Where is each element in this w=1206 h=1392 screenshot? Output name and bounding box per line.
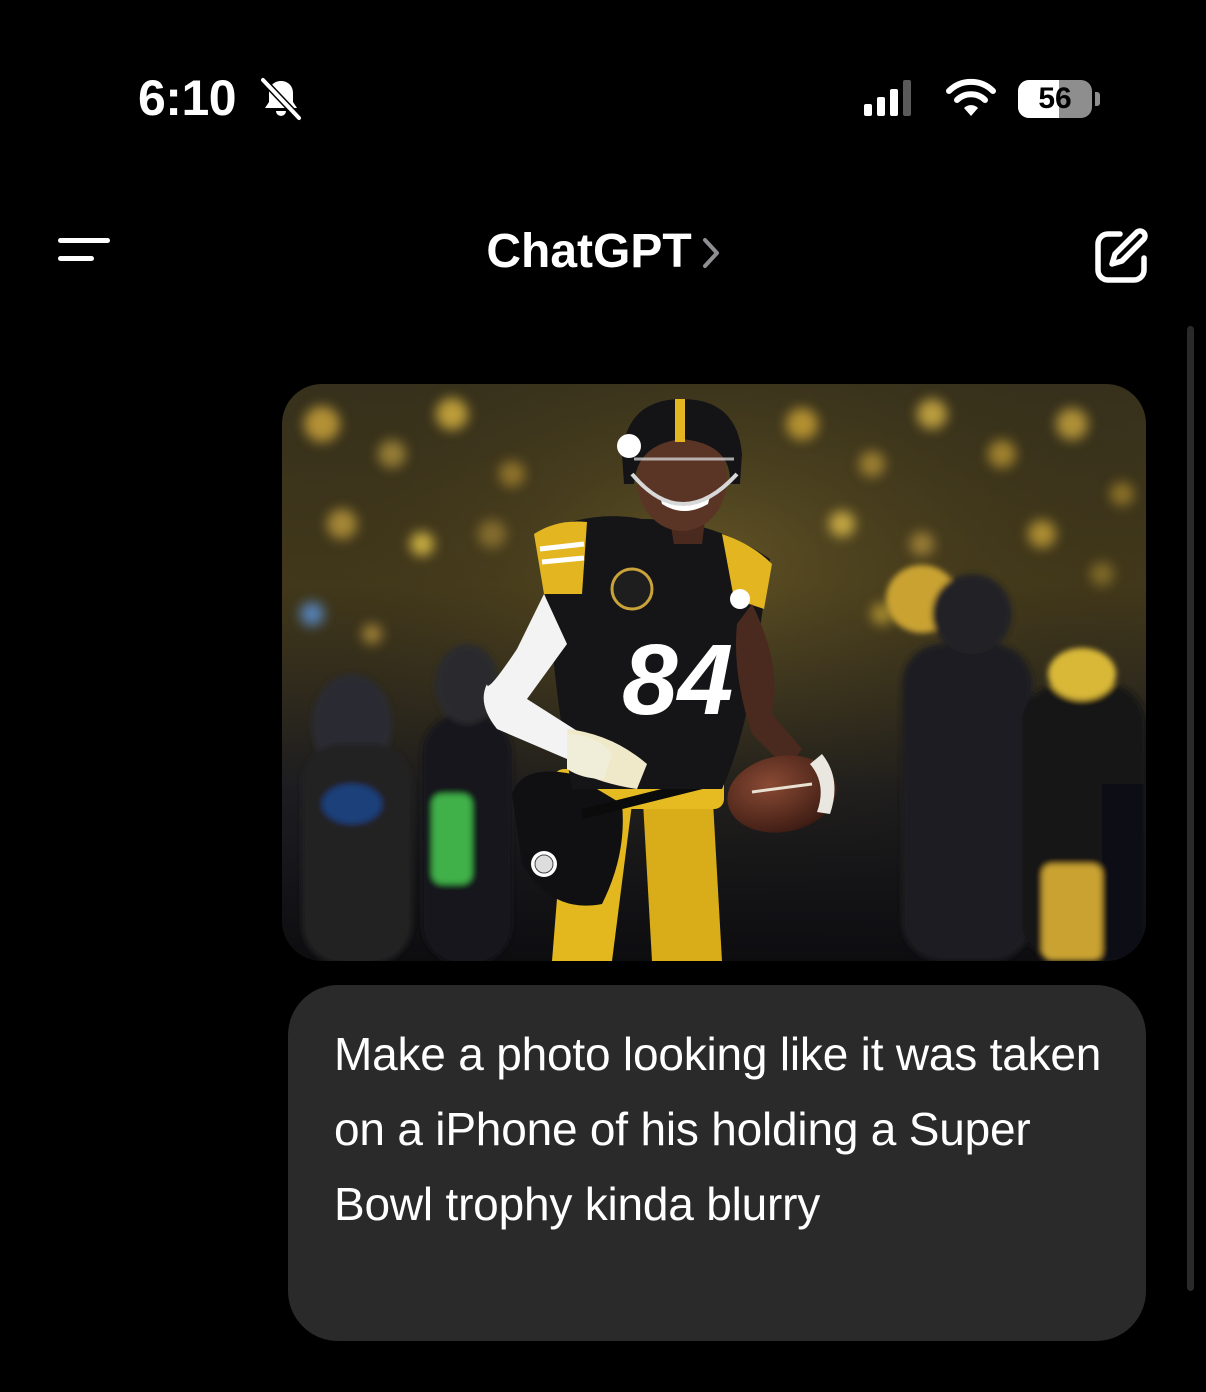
- wifi-icon: [946, 78, 996, 116]
- nav-title-area: ChatGPT: [0, 222, 1206, 282]
- new-chat-button[interactable]: [1092, 226, 1152, 284]
- chat-screen: 6:10 56 ChatGPT 84 Make a photo looking …: [0, 0, 1206, 1392]
- status-time: 6:10: [138, 70, 237, 126]
- bell-slash-icon: [260, 77, 302, 121]
- battery-icon: 56: [1018, 80, 1100, 118]
- chevron-right-icon: [702, 238, 719, 268]
- battery-level: 56: [1038, 82, 1072, 115]
- attached-photo[interactable]: 84: [282, 384, 1146, 961]
- user-message-bubble[interactable]: Make a photo looking like it was taken o…: [288, 985, 1146, 1341]
- status-bar: 6:10 56: [0, 0, 1206, 200]
- new-chat-icon: [1095, 228, 1148, 283]
- page-title: ChatGPT: [486, 225, 692, 278]
- model-selector-button[interactable]: ChatGPT: [486, 222, 719, 282]
- football-player-photo: 84: [282, 384, 1146, 961]
- cellular-signal-icon: [864, 80, 911, 116]
- nav-bar: ChatGPT: [0, 200, 1206, 310]
- scroll-indicator[interactable]: [1187, 326, 1194, 1291]
- jersey-number: 84: [622, 624, 733, 736]
- user-message-text: Make a photo looking like it was taken o…: [334, 1028, 1102, 1230]
